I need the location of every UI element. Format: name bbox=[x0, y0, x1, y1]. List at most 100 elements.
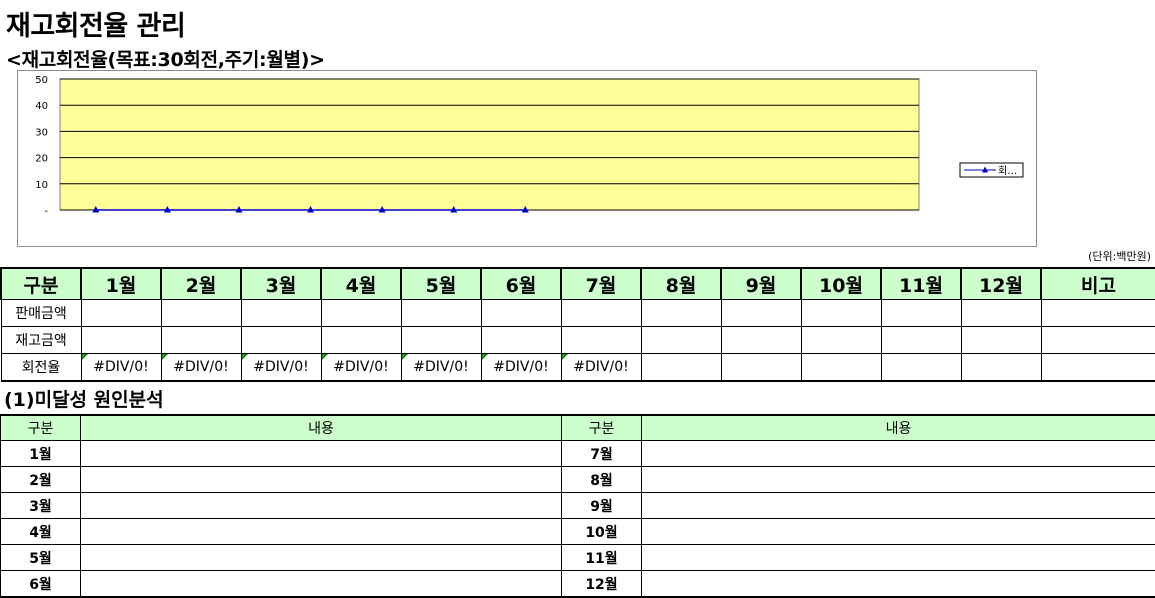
column-header: 5월 bbox=[400, 267, 482, 300]
column-header: 구분 bbox=[561, 414, 642, 441]
month-label: 4월 bbox=[0, 518, 81, 545]
y-tick-label: 30 bbox=[35, 127, 48, 138]
table-cell[interactable]: #DIV/0! bbox=[320, 353, 402, 382]
column-header: 8월 bbox=[640, 267, 722, 300]
table-cell[interactable] bbox=[640, 353, 722, 382]
table-cell[interactable] bbox=[1040, 353, 1155, 382]
table-cell[interactable] bbox=[80, 326, 162, 354]
month-label: 12월 bbox=[561, 570, 642, 598]
table-cell[interactable] bbox=[240, 299, 322, 327]
month-label: 5월 bbox=[0, 544, 81, 571]
table-cell[interactable]: #DIV/0! bbox=[160, 353, 242, 382]
month-label: 6월 bbox=[0, 570, 81, 598]
month-label: 11월 bbox=[561, 544, 642, 571]
month-label: 7월 bbox=[561, 440, 642, 467]
content-cell[interactable] bbox=[80, 570, 562, 598]
table-cell[interactable] bbox=[640, 326, 722, 354]
table-row: 3월 9월 bbox=[0, 492, 1155, 519]
page-title: 재고회전율 관리 bbox=[6, 11, 186, 42]
table-cell[interactable]: #DIV/0! bbox=[240, 353, 322, 382]
column-header: 비고 bbox=[1040, 267, 1155, 300]
table-cell[interactable] bbox=[1040, 326, 1155, 354]
month-label: 10월 bbox=[561, 518, 642, 545]
table-cell[interactable] bbox=[960, 326, 1042, 354]
table-row: 2월 8월 bbox=[0, 466, 1155, 493]
table-cell[interactable]: #DIV/0! bbox=[480, 353, 562, 382]
table-cell[interactable] bbox=[880, 326, 962, 354]
column-header: 4월 bbox=[320, 267, 402, 300]
column-header: 7월 bbox=[560, 267, 642, 300]
table-row: 5월 11월 bbox=[0, 544, 1155, 571]
column-header: 구분 bbox=[0, 414, 81, 441]
table-cell[interactable] bbox=[800, 299, 882, 327]
month-label: 3월 bbox=[0, 492, 81, 519]
plot-area bbox=[59, 78, 920, 211]
y-tick-label: - bbox=[44, 206, 48, 217]
table-cell[interactable] bbox=[320, 326, 402, 354]
month-label: 1월 bbox=[0, 440, 81, 467]
table-cell[interactable] bbox=[1040, 299, 1155, 327]
table-cell[interactable] bbox=[400, 299, 482, 327]
table-cell[interactable] bbox=[720, 299, 802, 327]
row-label: 판매금액 bbox=[0, 299, 82, 327]
y-tick-label: 40 bbox=[35, 101, 48, 112]
table-cell[interactable] bbox=[560, 299, 642, 327]
column-header: 12월 bbox=[960, 267, 1042, 300]
table-cell[interactable] bbox=[160, 299, 242, 327]
table-cell[interactable] bbox=[560, 326, 642, 354]
table-cell[interactable] bbox=[800, 353, 882, 382]
table-row: 1월 7월 bbox=[0, 440, 1155, 467]
section-title: (1)미달성 원인분석 bbox=[4, 389, 164, 411]
table-header-row: 구분 내용 구분 내용 bbox=[0, 414, 1155, 441]
content-cell[interactable] bbox=[80, 440, 562, 467]
content-cell[interactable] bbox=[80, 492, 562, 519]
column-header: 내용 bbox=[641, 414, 1155, 441]
content-cell[interactable] bbox=[641, 518, 1155, 545]
table-cell[interactable] bbox=[240, 326, 322, 354]
column-header: 1월 bbox=[80, 267, 162, 300]
column-header: 10월 bbox=[800, 267, 882, 300]
table-header-row: 구분 1월 2월 3월 4월 5월 6월 7월 8월 9월 10월 11월 12월 비고 bbox=[0, 267, 1155, 300]
table-cell[interactable]: #DIV/0! bbox=[560, 353, 642, 382]
table-cell[interactable] bbox=[160, 326, 242, 354]
month-label: 8월 bbox=[561, 466, 642, 493]
y-tick-label: 10 bbox=[35, 180, 48, 191]
content-cell[interactable] bbox=[641, 492, 1155, 519]
table-row: 재고금액 bbox=[0, 326, 1155, 354]
table-cell[interactable] bbox=[80, 299, 162, 327]
content-cell[interactable] bbox=[641, 440, 1155, 467]
table-cell[interactable] bbox=[400, 326, 482, 354]
chart-canvas: - 10 20 30 40 50 회… bbox=[35, 75, 1024, 217]
table-cell[interactable] bbox=[480, 299, 562, 327]
table-cell[interactable]: #DIV/0! bbox=[80, 353, 162, 382]
table-cell[interactable] bbox=[480, 326, 562, 354]
table-cell[interactable] bbox=[880, 299, 962, 327]
y-tick-label: 20 bbox=[35, 154, 48, 165]
table-cell[interactable] bbox=[960, 299, 1042, 327]
content-cell[interactable] bbox=[641, 544, 1155, 571]
content-cell[interactable] bbox=[80, 466, 562, 493]
table-cell[interactable] bbox=[960, 353, 1042, 382]
table-row: 4월 10월 bbox=[0, 518, 1155, 545]
column-header: 11월 bbox=[880, 267, 962, 300]
table-row: 판매금액 bbox=[0, 299, 1155, 327]
column-header: 구분 bbox=[0, 267, 82, 300]
content-cell[interactable] bbox=[80, 518, 562, 545]
table-cell[interactable] bbox=[720, 326, 802, 354]
legend-label: 회… bbox=[998, 165, 1017, 177]
turnover-chart[interactable]: - 10 20 30 40 50 회… bbox=[17, 70, 1037, 247]
content-cell[interactable] bbox=[80, 544, 562, 571]
content-cell[interactable] bbox=[641, 570, 1155, 598]
row-label: 회전율 bbox=[0, 353, 82, 382]
month-label: 9월 bbox=[561, 492, 642, 519]
table-cell[interactable] bbox=[720, 353, 802, 382]
table-cell[interactable] bbox=[880, 353, 962, 382]
turnover-table: 구분 1월 2월 3월 4월 5월 6월 7월 8월 9월 10월 11월 12월 비고 판매금액 재고금액 회… bbox=[0, 267, 1155, 382]
table-cell[interactable] bbox=[640, 299, 722, 327]
table-cell[interactable] bbox=[320, 299, 402, 327]
table-cell[interactable] bbox=[800, 326, 882, 354]
column-header: 9월 bbox=[720, 267, 802, 300]
content-cell[interactable] bbox=[641, 466, 1155, 493]
table-cell[interactable]: #DIV/0! bbox=[400, 353, 482, 382]
column-header: 3월 bbox=[240, 267, 322, 300]
